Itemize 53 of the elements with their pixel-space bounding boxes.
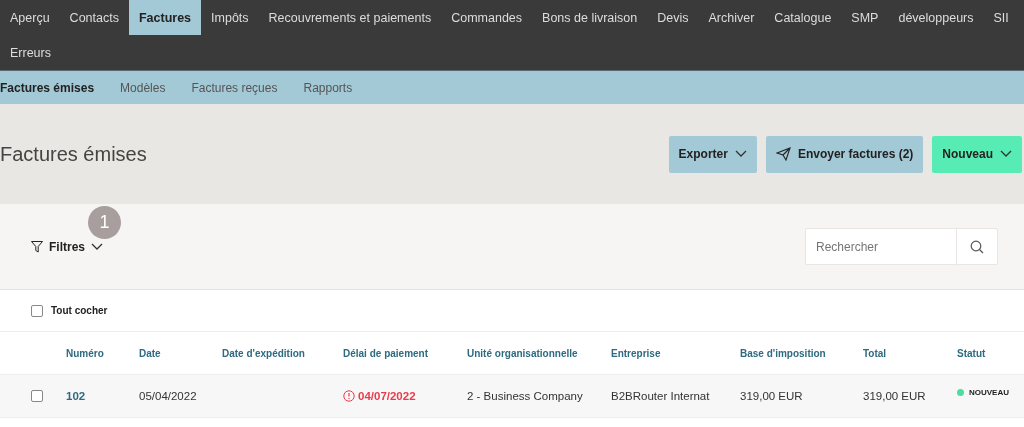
table-cell-text: 2 - Business Company	[467, 390, 584, 402]
column-header[interactable]: Numéro	[66, 347, 139, 359]
step-marker: 1	[88, 205, 121, 239]
send-button[interactable]: Envoyer factures (2)	[765, 135, 924, 173]
nav-tab[interactable]: SMP	[841, 0, 889, 35]
nav-tab[interactable]: Recouvrements et paiements	[258, 0, 442, 35]
filter-icon	[31, 240, 43, 253]
nav-tab[interactable]: développeurs	[888, 0, 984, 35]
nav-tab[interactable]: Aperçu	[0, 0, 60, 35]
sub-nav-tab[interactable]: Modèles	[107, 80, 179, 95]
page-title: Factures émises	[0, 142, 147, 166]
nav-tab[interactable]: Factures	[128, 0, 202, 35]
column-header[interactable]: Base d'imposition	[740, 347, 863, 359]
nav-tab[interactable]: Archiver	[698, 0, 765, 35]
search-field[interactable]: Rechercher	[805, 228, 956, 265]
table-cell-text: B2BRouter Internat	[611, 390, 711, 402]
paper-plane-icon	[775, 147, 791, 161]
sub-nav-tab[interactable]: Factures reçues	[178, 80, 291, 95]
table-cell-text: 05/04/2022	[139, 390, 198, 402]
column-header[interactable]: Entreprise	[611, 347, 740, 359]
search-button[interactable]	[956, 228, 998, 265]
nav-tab[interactable]: Impôts	[201, 0, 259, 35]
nav-tab[interactable]: Contacts	[59, 0, 129, 35]
search-icon	[970, 239, 984, 254]
table-cell-text: 319,00 EUR	[740, 390, 804, 402]
checkbox[interactable]	[31, 390, 43, 402]
nav-tab[interactable]: Catalogue	[764, 0, 842, 35]
filters-button[interactable]: Filtres	[31, 239, 103, 254]
column-header[interactable]: Total	[863, 347, 957, 359]
nav-tab[interactable]: Bons de livraison	[532, 0, 648, 35]
column-header[interactable]: Délai de paiement	[343, 347, 467, 359]
export-button[interactable]: Exporter	[668, 135, 757, 173]
chevron-down-icon	[1000, 150, 1012, 158]
nav-tab[interactable]: Erreurs	[0, 35, 61, 70]
status-label: NOUVEAU	[969, 387, 1009, 397]
chevron-down-icon	[91, 242, 103, 251]
checkbox[interactable]	[31, 304, 43, 317]
sub-nav-tab[interactable]: Rapports	[290, 80, 366, 95]
column-header[interactable]: Date d'expédition	[222, 347, 343, 359]
invoice-number-link[interactable]: 102	[66, 390, 139, 402]
due-date-cell: 04/07/2022	[343, 390, 467, 402]
new-button[interactable]: Nouveau	[932, 135, 1022, 173]
sub-nav-tab[interactable]: Factures émises	[0, 80, 108, 95]
table-cell-text: 319,00 EUR	[863, 390, 927, 402]
column-header[interactable]: Statut	[957, 347, 1024, 359]
nav-tab[interactable]: Commandes	[441, 0, 533, 35]
alert-icon	[343, 390, 355, 402]
column-header[interactable]: Date	[139, 347, 222, 359]
select-all-label: Tout cocher	[51, 305, 108, 316]
chevron-down-icon	[734, 150, 747, 158]
column-header[interactable]: Unité organisationnelle	[467, 347, 611, 359]
nav-tab[interactable]: Devis	[647, 0, 699, 35]
nav-tab[interactable]: SII	[983, 0, 1019, 35]
